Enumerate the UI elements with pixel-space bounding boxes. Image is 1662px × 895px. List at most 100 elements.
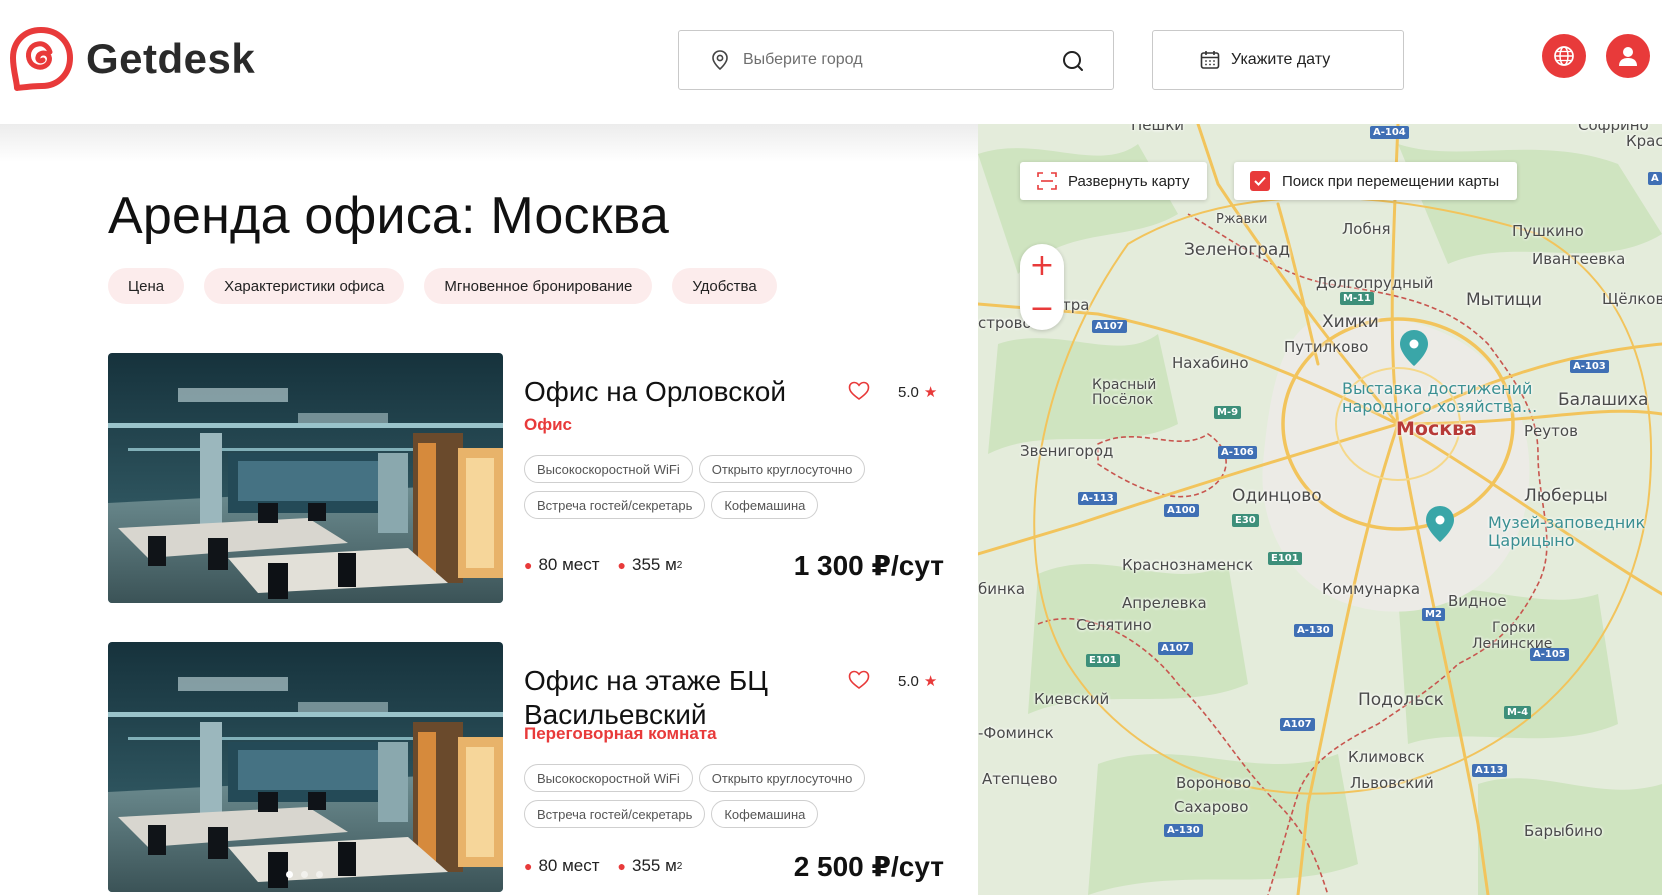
listing-title[interactable]: Офис на Орловской xyxy=(524,375,814,409)
brand-logo[interactable]: Getdesk xyxy=(8,26,255,92)
map-place-label: Атепцево xyxy=(982,770,1058,788)
map-place-label: Вороново xyxy=(1176,774,1252,792)
office-photo-image xyxy=(108,642,503,892)
road-shield: M-11 xyxy=(1340,292,1375,305)
map-place-label: тра xyxy=(1062,296,1090,314)
road-shield: A xyxy=(1648,172,1662,185)
map-poi-label: Царицыно xyxy=(1488,531,1575,550)
map-place-label: Нахабино xyxy=(1172,354,1249,372)
profile-button[interactable] xyxy=(1606,34,1650,78)
seats-count: 80 мест xyxy=(538,555,600,574)
amenity-tag: Кофемашина xyxy=(711,800,819,828)
map-place-label: Апрелевка xyxy=(1122,594,1207,612)
star-icon: ★ xyxy=(923,384,938,401)
expand-map-button[interactable]: Развернуть карту xyxy=(1020,162,1208,200)
area-value: 355 м xyxy=(632,856,677,875)
map-place-label: Люберцы xyxy=(1524,486,1608,506)
road-shield: A-104 xyxy=(1370,126,1409,139)
map-place-label: Красный Посёлок xyxy=(1092,377,1157,408)
checkmark-icon xyxy=(1254,176,1266,186)
amenity-tag: Встреча гостей/секретарь xyxy=(524,491,706,519)
map-place-label: Лобня xyxy=(1342,220,1391,238)
map-place-label: Ржавки xyxy=(1216,212,1268,227)
rating-value: 5.0 xyxy=(898,672,919,690)
map-place-label: Горки xyxy=(1492,620,1536,636)
search-on-move-label: Поиск при перемещении карты xyxy=(1282,172,1500,190)
map-place-label: Зеленоград xyxy=(1184,240,1291,260)
listing-rating: 5.0 ★ xyxy=(898,383,938,402)
road-shield: A107 xyxy=(1158,642,1193,655)
rating-value: 5.0 xyxy=(898,383,919,401)
area-value: 355 м xyxy=(632,555,677,574)
bullet-icon: ● xyxy=(524,858,533,874)
road-shield: A-103 xyxy=(1570,360,1609,373)
map-place-label: Киевский xyxy=(1034,690,1110,708)
carousel-dot[interactable] xyxy=(301,871,308,878)
seats-count: 80 мест xyxy=(538,856,600,875)
map-place-label: Путилково xyxy=(1284,338,1369,356)
globe-icon xyxy=(1554,46,1574,66)
filter-office-features[interactable]: Характеристики офиса xyxy=(204,268,405,304)
listing-meta: ● 80 мест ● 355 м2 xyxy=(524,555,700,575)
listing-card[interactable]: Офис на Орловской Офис 5.0 ★ Высокоскоро… xyxy=(108,353,944,603)
amenity-tag: Высокоскоростной WiFi xyxy=(524,764,693,792)
map-place-label: Балашиха xyxy=(1558,390,1649,410)
map-place-label: Одинцово xyxy=(1232,486,1322,506)
filter-amenities[interactable]: Удобства xyxy=(672,268,777,304)
date-picker-label: Укажите дату xyxy=(1231,51,1331,68)
road-shield: M-9 xyxy=(1214,406,1242,419)
listing-photo[interactable] xyxy=(108,353,503,603)
office-photo-image xyxy=(108,353,503,603)
map-place-label: -Фоминск xyxy=(978,724,1054,742)
filter-price[interactable]: Цена xyxy=(108,268,185,304)
heart-icon[interactable] xyxy=(848,381,870,401)
map-poi-label: народного хозяйства... xyxy=(1342,397,1538,416)
bullet-icon: ● xyxy=(617,557,626,573)
map-place-label: Пешки xyxy=(1131,124,1185,134)
listing-rating: 5.0 ★ xyxy=(898,672,937,691)
zoom-out-button[interactable]: − xyxy=(1020,287,1064,330)
map-panel[interactable]: Пешки Софрино Крас Ржавки Лобня Пушкино … xyxy=(978,124,1662,895)
map-place-label: бинка xyxy=(978,580,1026,598)
map-place-label: Ивантеевка xyxy=(1532,250,1626,268)
zoom-in-button[interactable]: + xyxy=(1020,244,1064,287)
site-header: Getdesk Укажите дату xyxy=(0,0,1662,124)
listing-meta: ● 80 мест ● 355 м2 xyxy=(524,856,700,876)
map-place-label: Краснознаменск xyxy=(1122,556,1254,574)
search-on-move-checkbox[interactable] xyxy=(1250,171,1270,191)
road-shield: A100 xyxy=(1164,504,1199,517)
map-place-label: Барыбино xyxy=(1524,822,1603,840)
city-search-input[interactable] xyxy=(743,51,1043,69)
map-place-label: Мытищи xyxy=(1466,290,1543,310)
area-unit-superscript: 2 xyxy=(676,559,683,571)
search-on-map-move-toggle[interactable]: Поиск при перемещении карты xyxy=(1234,162,1518,200)
road-shield: M2 xyxy=(1422,608,1445,621)
filter-instant-booking[interactable]: Мгновенное бронирование xyxy=(424,268,653,304)
amenity-tags: Высокоскоростной WiFi Открыто круглосуто… xyxy=(524,455,924,527)
map-poi-label: Музей-заповедник xyxy=(1488,513,1646,532)
amenity-tag: Открыто круглосуточно xyxy=(698,455,866,483)
listing-price: 2 500 ₽/сут xyxy=(793,851,944,882)
carousel-dot[interactable] xyxy=(286,871,293,878)
listing-photo[interactable] xyxy=(108,642,503,892)
road-shield: A-130 xyxy=(1294,624,1333,637)
map-capital-label: Москва xyxy=(1396,418,1477,440)
city-search-field[interactable] xyxy=(678,30,1114,90)
filter-bar: Цена Характеристики офиса Мгновенное бро… xyxy=(108,268,797,304)
zoom-controls: + − xyxy=(1020,244,1064,330)
date-picker-button[interactable]: Укажите дату xyxy=(1152,30,1404,90)
listing-type: Переговорная комната xyxy=(524,724,717,743)
heart-icon[interactable] xyxy=(848,670,870,690)
listing-title[interactable]: Офис на этаже БЦ Васильевский xyxy=(524,664,814,732)
road-shield: A-113 xyxy=(1078,492,1117,505)
carousel-dots[interactable] xyxy=(286,871,331,878)
search-icon[interactable] xyxy=(1061,49,1085,73)
road-shield: E30 xyxy=(1232,514,1259,527)
road-shield: A-106 xyxy=(1218,446,1257,459)
listing-card[interactable]: Офис на этаже БЦ Васильевский Переговорн… xyxy=(108,642,944,892)
map-place-label: Видное xyxy=(1448,592,1507,610)
language-button[interactable] xyxy=(1542,34,1586,78)
listing-price: 1 300 ₽/сут xyxy=(793,550,944,581)
map-place-label: Щёлков xyxy=(1602,290,1662,308)
carousel-dot[interactable] xyxy=(316,871,323,878)
